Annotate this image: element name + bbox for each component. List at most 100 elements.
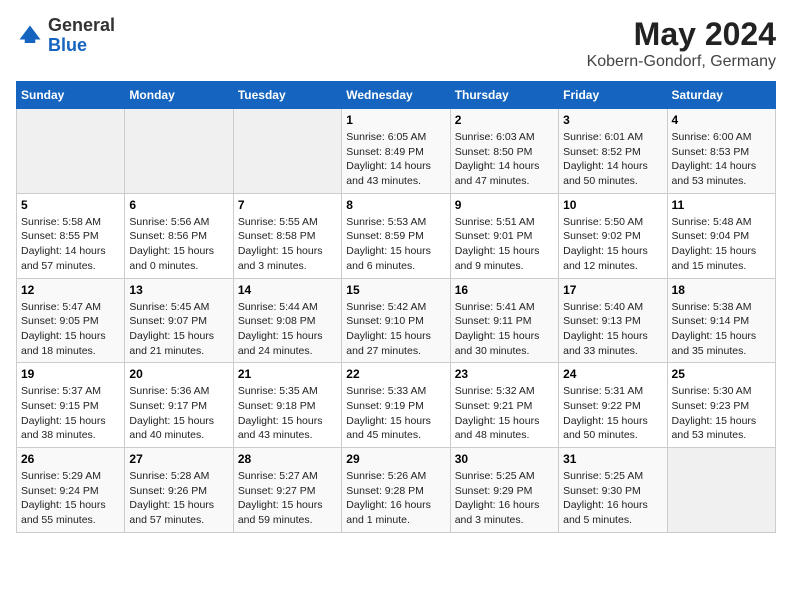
day-info: Sunrise: 5:55 AM Sunset: 8:58 PM Dayligh… <box>238 215 337 274</box>
day-info: Sunrise: 5:53 AM Sunset: 8:59 PM Dayligh… <box>346 215 445 274</box>
day-number: 3 <box>563 113 662 127</box>
day-number: 1 <box>346 113 445 127</box>
day-info: Sunrise: 5:45 AM Sunset: 9:07 PM Dayligh… <box>129 300 228 359</box>
calendar-cell: 26 Sunrise: 5:29 AM Sunset: 9:24 PM Dayli… <box>17 448 125 533</box>
subtitle: Kobern-Gondorf, Germany <box>587 53 776 71</box>
day-number: 6 <box>129 198 228 212</box>
calendar-cell: 31 Sunrise: 5:25 AM Sunset: 9:30 PM Dayli… <box>559 448 667 533</box>
calendar-cell: 12Sunrise: 5:47 AM Sunset: 9:05 PM Dayli… <box>17 278 125 363</box>
calendar-header-row: SundayMondayTuesdayWednesdayThursdayFrid… <box>17 82 776 109</box>
logo-icon <box>16 22 44 50</box>
day-number: 31 <box>563 452 662 466</box>
day-info: Sunrise: 5:37 AM Sunset: 9:15 PM Dayligh… <box>21 384 120 443</box>
day-header-saturday: Saturday <box>667 82 775 109</box>
day-info: Sunrise: 5:27 AM Sunset: 9:27 PM Dayligh… <box>238 469 337 528</box>
day-info: Sunrise: 5:58 AM Sunset: 8:55 PM Dayligh… <box>21 215 120 274</box>
day-number: 13 <box>129 283 228 297</box>
calendar-week-3: 12Sunrise: 5:47 AM Sunset: 9:05 PM Dayli… <box>17 278 776 363</box>
day-info: Sunrise: 5:26 AM Sunset: 9:28 PM Dayligh… <box>346 469 445 528</box>
day-info: Sunrise: 5:29 AM Sunset: 9:24 PM Dayligh… <box>21 469 120 528</box>
calendar-week-4: 19 Sunrise: 5:37 AM Sunset: 9:15 PM Dayli… <box>17 363 776 448</box>
logo-blue: Blue <box>48 35 87 55</box>
day-number: 8 <box>346 198 445 212</box>
day-info: Sunrise: 5:56 AM Sunset: 8:56 PM Dayligh… <box>129 215 228 274</box>
calendar-cell: 8 Sunrise: 5:53 AM Sunset: 8:59 PM Daylig… <box>342 193 450 278</box>
calendar-cell: 20 Sunrise: 5:36 AM Sunset: 9:17 PM Dayli… <box>125 363 233 448</box>
day-header-monday: Monday <box>125 82 233 109</box>
day-number: 10 <box>563 198 662 212</box>
day-number: 12 <box>21 283 120 297</box>
day-info: Sunrise: 6:03 AM Sunset: 8:50 PM Dayligh… <box>455 130 554 189</box>
day-info: Sunrise: 5:40 AM Sunset: 9:13 PM Dayligh… <box>563 300 662 359</box>
day-info: Sunrise: 5:30 AM Sunset: 9:23 PM Dayligh… <box>672 384 771 443</box>
day-number: 20 <box>129 367 228 381</box>
day-info: Sunrise: 6:01 AM Sunset: 8:52 PM Dayligh… <box>563 130 662 189</box>
calendar-week-1: 1 Sunrise: 6:05 AM Sunset: 8:49 PM Daylig… <box>17 109 776 194</box>
calendar-week-2: 5Sunrise: 5:58 AM Sunset: 8:55 PM Daylig… <box>17 193 776 278</box>
day-number: 19 <box>21 367 120 381</box>
day-number: 15 <box>346 283 445 297</box>
calendar-cell: 28 Sunrise: 5:27 AM Sunset: 9:27 PM Dayli… <box>233 448 341 533</box>
calendar-cell: 2 Sunrise: 6:03 AM Sunset: 8:50 PM Daylig… <box>450 109 558 194</box>
day-number: 7 <box>238 198 337 212</box>
day-number: 27 <box>129 452 228 466</box>
day-number: 30 <box>455 452 554 466</box>
calendar-cell <box>125 109 233 194</box>
day-number: 2 <box>455 113 554 127</box>
day-number: 25 <box>672 367 771 381</box>
day-header-friday: Friday <box>559 82 667 109</box>
calendar-cell: 18 Sunrise: 5:38 AM Sunset: 9:14 PM Dayli… <box>667 278 775 363</box>
calendar-cell: 16Sunrise: 5:41 AM Sunset: 9:11 PM Dayli… <box>450 278 558 363</box>
calendar-week-5: 26 Sunrise: 5:29 AM Sunset: 9:24 PM Dayli… <box>17 448 776 533</box>
day-info: Sunrise: 5:31 AM Sunset: 9:22 PM Dayligh… <box>563 384 662 443</box>
day-info: Sunrise: 5:35 AM Sunset: 9:18 PM Dayligh… <box>238 384 337 443</box>
day-number: 14 <box>238 283 337 297</box>
day-header-wednesday: Wednesday <box>342 82 450 109</box>
day-number: 18 <box>672 283 771 297</box>
day-info: Sunrise: 5:25 AM Sunset: 9:29 PM Dayligh… <box>455 469 554 528</box>
day-number: 24 <box>563 367 662 381</box>
day-number: 26 <box>21 452 120 466</box>
calendar-cell: 17Sunrise: 5:40 AM Sunset: 9:13 PM Dayli… <box>559 278 667 363</box>
calendar-cell: 14 Sunrise: 5:44 AM Sunset: 9:08 PM Dayli… <box>233 278 341 363</box>
calendar-cell: 7 Sunrise: 5:55 AM Sunset: 8:58 PM Daylig… <box>233 193 341 278</box>
day-info: Sunrise: 6:05 AM Sunset: 8:49 PM Dayligh… <box>346 130 445 189</box>
calendar-cell: 27 Sunrise: 5:28 AM Sunset: 9:26 PM Dayli… <box>125 448 233 533</box>
calendar-cell: 29 Sunrise: 5:26 AM Sunset: 9:28 PM Dayli… <box>342 448 450 533</box>
day-info: Sunrise: 5:25 AM Sunset: 9:30 PM Dayligh… <box>563 469 662 528</box>
day-info: Sunrise: 5:51 AM Sunset: 9:01 PM Dayligh… <box>455 215 554 274</box>
day-header-thursday: Thursday <box>450 82 558 109</box>
day-number: 28 <box>238 452 337 466</box>
day-number: 23 <box>455 367 554 381</box>
calendar-cell: 30 Sunrise: 5:25 AM Sunset: 9:29 PM Dayli… <box>450 448 558 533</box>
day-number: 4 <box>672 113 771 127</box>
calendar-cell: 21 Sunrise: 5:35 AM Sunset: 9:18 PM Dayli… <box>233 363 341 448</box>
day-info: Sunrise: 5:32 AM Sunset: 9:21 PM Dayligh… <box>455 384 554 443</box>
main-title: May 2024 <box>587 16 776 53</box>
day-info: Sunrise: 5:28 AM Sunset: 9:26 PM Dayligh… <box>129 469 228 528</box>
day-header-sunday: Sunday <box>17 82 125 109</box>
day-header-tuesday: Tuesday <box>233 82 341 109</box>
day-number: 29 <box>346 452 445 466</box>
calendar-cell <box>17 109 125 194</box>
day-info: Sunrise: 5:44 AM Sunset: 9:08 PM Dayligh… <box>238 300 337 359</box>
calendar-cell: 4Sunrise: 6:00 AM Sunset: 8:53 PM Daylig… <box>667 109 775 194</box>
day-number: 22 <box>346 367 445 381</box>
logo-general: General <box>48 15 115 35</box>
calendar-cell: 10 Sunrise: 5:50 AM Sunset: 9:02 PM Dayli… <box>559 193 667 278</box>
calendar-cell: 3 Sunrise: 6:01 AM Sunset: 8:52 PM Daylig… <box>559 109 667 194</box>
calendar-cell: 19 Sunrise: 5:37 AM Sunset: 9:15 PM Dayli… <box>17 363 125 448</box>
calendar-cell: 15Sunrise: 5:42 AM Sunset: 9:10 PM Dayli… <box>342 278 450 363</box>
day-number: 21 <box>238 367 337 381</box>
day-info: Sunrise: 5:36 AM Sunset: 9:17 PM Dayligh… <box>129 384 228 443</box>
day-number: 11 <box>672 198 771 212</box>
calendar-cell: 23 Sunrise: 5:32 AM Sunset: 9:21 PM Dayli… <box>450 363 558 448</box>
day-info: Sunrise: 5:38 AM Sunset: 9:14 PM Dayligh… <box>672 300 771 359</box>
calendar-cell <box>667 448 775 533</box>
day-info: Sunrise: 5:41 AM Sunset: 9:11 PM Dayligh… <box>455 300 554 359</box>
day-number: 9 <box>455 198 554 212</box>
calendar-cell: 25 Sunrise: 5:30 AM Sunset: 9:23 PM Dayli… <box>667 363 775 448</box>
calendar-cell: 9 Sunrise: 5:51 AM Sunset: 9:01 PM Daylig… <box>450 193 558 278</box>
calendar-cell: 1 Sunrise: 6:05 AM Sunset: 8:49 PM Daylig… <box>342 109 450 194</box>
day-info: Sunrise: 5:50 AM Sunset: 9:02 PM Dayligh… <box>563 215 662 274</box>
